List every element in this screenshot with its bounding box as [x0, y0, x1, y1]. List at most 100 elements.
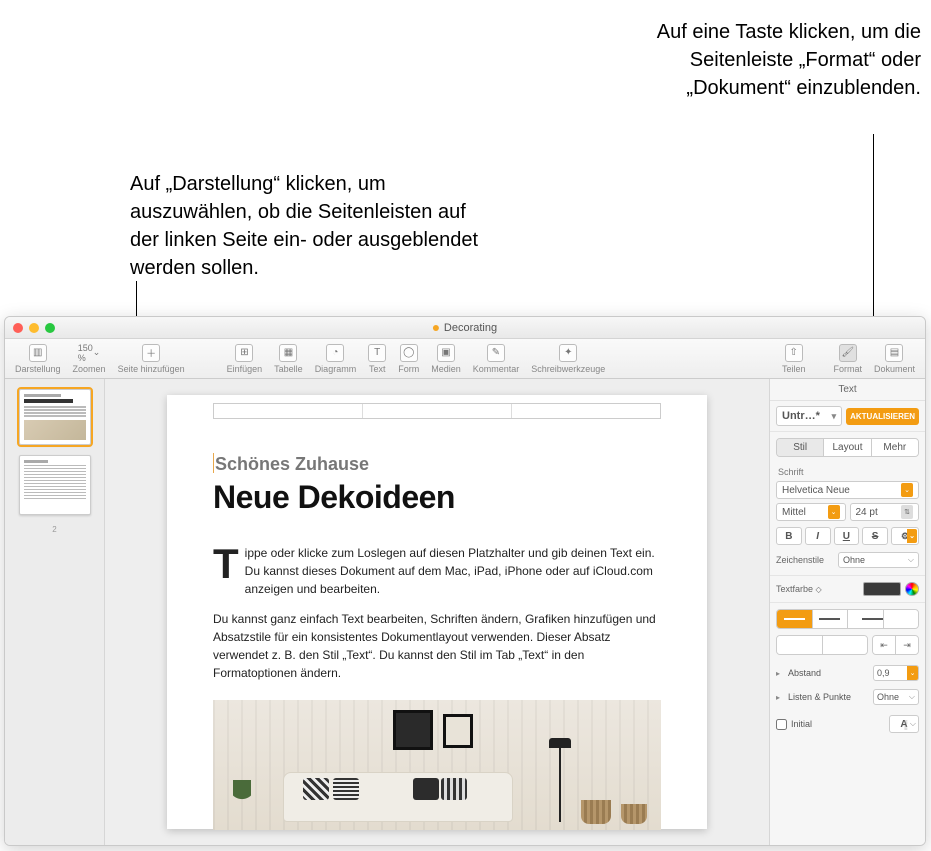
dropcap-style-dropdown[interactable]: A ≡≡ — [889, 715, 919, 733]
format-button[interactable]: 🖌 Format — [827, 344, 868, 374]
content-area: 2 Schönes Zuhause Neue Dekoideen Tippe o… — [5, 379, 925, 845]
chart-icon: ◔ — [326, 344, 344, 362]
font-options-button[interactable]: ⚙ ⌄ — [891, 527, 919, 545]
document-canvas[interactable]: Schönes Zuhause Neue Dekoideen Tippe ode… — [105, 379, 769, 845]
font-weight-dropdown[interactable]: Mittel⌄ — [776, 503, 846, 521]
document-title: Decorating — [433, 322, 497, 334]
tab-style[interactable]: Stil — [777, 439, 824, 456]
fullscreen-icon[interactable] — [45, 323, 55, 333]
header-row[interactable] — [213, 403, 661, 419]
char-styles-label: Zeichenstile — [776, 555, 834, 565]
char-styles-dropdown[interactable]: Ohne — [838, 552, 919, 568]
media-icon: ▣ — [437, 344, 455, 362]
text-cursor — [213, 453, 214, 473]
outdent-button[interactable]: ⇤ — [873, 636, 896, 654]
minimize-icon[interactable] — [29, 323, 39, 333]
align-left-button[interactable] — [777, 610, 813, 628]
horizontal-align-segment — [776, 609, 919, 629]
bullets-label: Listen & Punkte — [788, 692, 851, 702]
chevron-down-icon: ⌄ — [828, 505, 840, 519]
add-page-button[interactable]: ＋ Seite hinzufügen — [112, 344, 191, 374]
align-center-button[interactable] — [813, 610, 849, 628]
view-button[interactable]: ▥ Darstellung — [9, 344, 67, 374]
page-thumbnail-1[interactable] — [19, 389, 91, 445]
align-middle-button[interactable] — [823, 636, 868, 654]
italic-button[interactable]: I — [805, 527, 831, 545]
comment-button[interactable]: ✎ Kommentar — [467, 344, 526, 374]
tab-layout[interactable]: Layout — [824, 439, 871, 456]
indent-segment — [776, 635, 868, 655]
table-button[interactable]: ▦ Tabelle — [268, 344, 309, 374]
comment-icon: ✎ — [487, 344, 505, 362]
font-size-stepper[interactable]: 24 pt⇅ — [850, 503, 920, 521]
share-button[interactable]: ⇧ Teilen — [776, 344, 812, 374]
underline-button[interactable]: U — [834, 527, 860, 545]
align-top-button[interactable] — [777, 636, 823, 654]
page-count: 2 — [52, 525, 56, 534]
add-page-icon: ＋ — [142, 344, 160, 362]
toolbar: ▥ Darstellung 150 %⌄ Zoomen ＋ Seite hinz… — [5, 339, 925, 379]
callout-view-button: Auf „Darstellung“ klicken, um auszuwähle… — [130, 170, 500, 282]
initial-label: Initial — [791, 719, 812, 729]
share-label: Teilen — [782, 364, 806, 374]
sidebar-icon: ▥ — [29, 344, 47, 362]
spacing-label: Abstand — [788, 668, 821, 678]
table-icon: ▦ — [279, 344, 297, 362]
spacing-value-field[interactable]: 0,9 ⌄ — [873, 665, 919, 681]
share-icon: ⇧ — [785, 344, 803, 362]
inspector-tabs: Stil Layout Mehr — [776, 438, 919, 457]
indent-button[interactable]: ⇥ — [896, 636, 918, 654]
chevron-down-icon: ⌄ — [907, 529, 917, 543]
insert-button[interactable]: ⊞ Einfügen — [221, 344, 269, 374]
insert-label: Einfügen — [227, 364, 263, 374]
paragraph-style-dropdown[interactable]: Untr…* — [776, 406, 842, 426]
media-button[interactable]: ▣ Medien — [425, 344, 467, 374]
kicker-text[interactable]: Schönes Zuhause — [213, 453, 661, 475]
font-family-dropdown[interactable]: Helvetica Neue⌄ — [776, 481, 919, 499]
writing-tools-button[interactable]: ✦ Schreibwerkzeuge — [525, 344, 611, 374]
align-right-button[interactable] — [848, 610, 884, 628]
comment-label: Kommentar — [473, 364, 520, 374]
window-controls — [13, 323, 55, 333]
media-label: Medien — [431, 364, 461, 374]
writing-tools-label: Schreibwerkzeuge — [531, 364, 605, 374]
shape-icon: ◯ — [400, 344, 418, 362]
bullets-disclosure[interactable]: Listen & Punkte Ohne — [770, 685, 925, 709]
text-icon: T — [368, 344, 386, 362]
text-label: Text — [369, 364, 386, 374]
chevron-down-icon: ⌄ — [901, 483, 913, 497]
chart-button[interactable]: ◔ Diagramm — [309, 344, 363, 374]
zoom-value: 150 %⌄ — [80, 344, 98, 362]
document-label: Dokument — [874, 364, 915, 374]
zoom-button[interactable]: 150 %⌄ Zoomen — [67, 344, 112, 374]
headline-text[interactable]: Neue Dekoideen — [213, 479, 661, 516]
shape-button[interactable]: ◯ Form — [392, 344, 425, 374]
dropcap-checkbox[interactable] — [776, 719, 787, 730]
update-style-button[interactable]: AKTUALISIEREN — [846, 408, 919, 425]
outdent-segment: ⇤ ⇥ — [872, 635, 919, 655]
stepper-icon: ⇅ — [901, 505, 913, 519]
close-icon[interactable] — [13, 323, 23, 333]
callout-line — [873, 134, 874, 330]
text-color-label: Textfarbe ◇ — [776, 584, 859, 594]
textbox-button[interactable]: T Text — [362, 344, 392, 374]
tab-more[interactable]: Mehr — [872, 439, 918, 456]
spacing-disclosure[interactable]: Abstand 0,9 ⌄ — [770, 661, 925, 685]
body-paragraph-2[interactable]: Du kannst ganz einfach Text bearbeiten, … — [213, 610, 661, 682]
document-button[interactable]: ▤ Dokument — [868, 344, 921, 374]
align-justify-button[interactable] — [884, 610, 919, 628]
body-paragraph-1[interactable]: Tippe oder klicke zum Loslegen auf diese… — [213, 544, 661, 598]
font-section-label: Schrift — [770, 463, 925, 479]
page-thumbnail-2[interactable] — [19, 455, 91, 515]
shape-label: Form — [398, 364, 419, 374]
color-wheel-icon[interactable] — [905, 582, 919, 596]
strike-button[interactable]: S — [862, 527, 888, 545]
bullets-dropdown[interactable]: Ohne — [873, 689, 919, 705]
hero-image[interactable] — [213, 700, 661, 830]
chart-label: Diagramm — [315, 364, 357, 374]
text-color-swatch[interactable] — [863, 582, 901, 596]
dropcap: T — [213, 544, 245, 582]
titlebar: Decorating — [5, 317, 925, 339]
add-page-label: Seite hinzufügen — [118, 364, 185, 374]
bold-button[interactable]: B — [776, 527, 802, 545]
